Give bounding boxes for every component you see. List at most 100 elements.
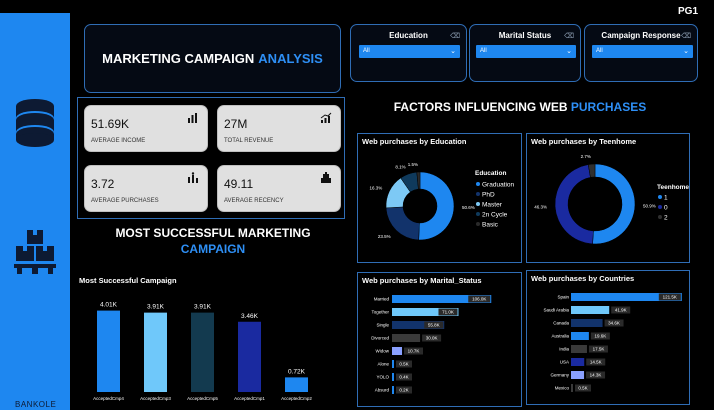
category-label: Married xyxy=(374,297,390,302)
legend-marker xyxy=(476,202,480,206)
slice-label: 2.7% xyxy=(581,154,591,159)
education-dropdown[interactable]: All ⌄ xyxy=(359,45,460,58)
factors-title-part1: FACTORS INFLUENCING WEB xyxy=(393,100,568,114)
countries-bar-chart: Spain 121.5K Saudi Arabia 41.9K Canada 34.6K A… xyxy=(543,293,682,392)
clear-selection-icon[interactable]: ⌫ xyxy=(681,32,691,40)
clear-selection-icon[interactable]: ⌫ xyxy=(564,32,574,40)
data-label: 41.9K xyxy=(615,308,627,313)
countries-chart-title: Web purchases by Countries xyxy=(531,274,635,283)
legend-marker xyxy=(476,212,480,216)
legend-marker xyxy=(476,182,480,186)
data-label: 3.91K xyxy=(194,304,212,311)
slice-label: 50.6% xyxy=(462,205,475,210)
category-label: India xyxy=(559,347,569,352)
chevron-down-icon: ⌄ xyxy=(566,48,572,55)
bar xyxy=(97,310,120,392)
kpi-value: 51.69K xyxy=(91,117,130,131)
title-part1: MARKETING CAMPAIGN xyxy=(102,51,255,66)
legend-label: 1 xyxy=(664,195,668,202)
recency-icon xyxy=(321,172,331,183)
slice-label: 8.1% xyxy=(395,165,405,170)
category-label: Australia xyxy=(551,334,569,339)
data-label: 34.6K xyxy=(608,321,620,326)
category-label: Widow xyxy=(375,349,389,354)
report-title: MARKETING CAMPAIGN ANALYSIS xyxy=(84,24,341,93)
category-label: YOLO xyxy=(376,375,389,380)
data-label: 17.5K xyxy=(593,347,605,352)
marital-dropdown[interactable]: All ⌄ xyxy=(476,45,576,58)
legend-title: Education xyxy=(475,170,506,177)
kpi-card-revenue: 27M TOTAL REVENUE xyxy=(217,105,341,152)
slicer-marital-status[interactable]: Marital Status ⌫ All ⌄ xyxy=(469,24,581,82)
trend-chart-icon xyxy=(320,112,332,123)
education-chart-panel: Web purchases by Education 50.6% 23.5% 16.… xyxy=(357,133,522,263)
data-label: 30.0K xyxy=(426,336,438,341)
data-label: 71.0K xyxy=(442,310,454,315)
bar xyxy=(571,358,585,366)
bar xyxy=(144,312,167,392)
legend-marker xyxy=(658,205,662,209)
data-label: 4.01K xyxy=(100,302,118,309)
teenhome-chart-title: Web purchases by Teenhome xyxy=(531,137,637,146)
marital-chart-title: Web purchases by Marital_Status xyxy=(362,276,482,285)
slicer-education[interactable]: Education ⌫ All ⌄ xyxy=(350,24,467,82)
legend-label: 2n Cycle xyxy=(482,212,508,219)
education-donut-chart: 50.6% 23.5% 16.3% 8.1% 1.5% Education Graduati… xyxy=(370,162,515,241)
category-label: Saudi Arabia xyxy=(543,308,569,313)
marital-bar-chart: Married 106.0K Together 71.0K Single 55.8K Div… xyxy=(371,295,492,394)
kpi-value: 3.72 xyxy=(91,177,115,191)
data-label: 19.6K xyxy=(594,334,606,339)
bar xyxy=(571,332,589,340)
campaign-title-line1: MOST SUCCESSFUL MARKETING xyxy=(115,226,311,240)
category-label: Mexico xyxy=(555,386,570,391)
database-icon xyxy=(16,99,54,147)
teenhome-donut-chart: 50.9% 46.3% 2.7% Teenhome 1 0 2 xyxy=(534,154,689,245)
bar-chart-icon xyxy=(188,113,197,123)
legend-label: 2 xyxy=(664,215,668,222)
legend-label: Graduation xyxy=(482,182,515,189)
factors-section-title: FACTORS INFLUENCING WEB PURCHASES xyxy=(360,100,680,114)
slice-label: 46.3% xyxy=(534,205,547,210)
data-label: 14.3K xyxy=(590,373,602,378)
legend-marker xyxy=(658,215,662,219)
bar xyxy=(392,360,394,368)
campaign-chart-title: Most Successful Campaign xyxy=(79,276,177,285)
category-label: AcceptedCmp1 xyxy=(234,396,265,401)
clear-selection-icon[interactable]: ⌫ xyxy=(450,32,460,40)
category-label: AcceptedCmp5 xyxy=(187,396,218,401)
kpi-caption: AVERAGE INCOME xyxy=(91,138,146,144)
data-label: 3.91K xyxy=(147,304,165,311)
slice xyxy=(418,171,455,241)
legend-marker xyxy=(658,195,662,199)
category-label: AcceptedCmp2 xyxy=(281,396,312,401)
category-label: Canada xyxy=(553,321,569,326)
data-label: 0.5K xyxy=(578,386,587,391)
left-sidebar: BANKOLE xyxy=(0,13,70,410)
bar xyxy=(571,384,573,392)
kpi-card-purchases: 3.72 AVERAGE PURCHASES xyxy=(84,165,208,212)
slicer-campaign-response[interactable]: Campaign Response ⌫ All ⌄ xyxy=(584,24,698,82)
data-label: 3.46K xyxy=(241,313,259,320)
legend-label: Basic xyxy=(482,222,499,229)
chevron-down-icon: ⌄ xyxy=(450,48,456,55)
category-label: Spain xyxy=(557,295,569,300)
campaign-section-title: MOST SUCCESSFUL MARKETING CAMPAIGN xyxy=(98,226,328,256)
slice-label: 16.3% xyxy=(370,186,383,191)
data-label: 14.5K xyxy=(590,360,602,365)
campaign-dropdown[interactable]: All ⌄ xyxy=(592,45,693,58)
data-label: 0.2K xyxy=(399,388,408,393)
legend-marker xyxy=(476,222,480,226)
slice-label: 1.5% xyxy=(408,162,418,167)
slice xyxy=(385,206,420,241)
kpi-card-recency: 49.11 AVERAGE RECENCY xyxy=(217,165,341,212)
data-label: 0.72K xyxy=(288,368,306,375)
bar xyxy=(571,371,585,379)
bar xyxy=(285,377,308,392)
legend-title: Teenhome xyxy=(657,184,689,191)
data-label: 106.0K xyxy=(472,297,486,302)
category-label: Alone xyxy=(377,362,389,367)
bar xyxy=(392,347,403,355)
slice-label: 23.5% xyxy=(378,234,391,239)
legend-label: Master xyxy=(482,202,503,209)
bar xyxy=(238,321,261,392)
